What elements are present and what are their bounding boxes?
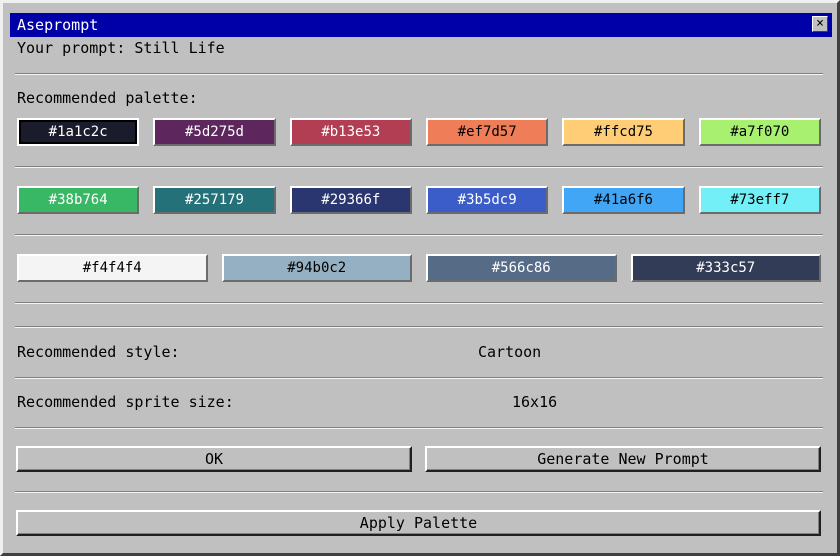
palette-swatch[interactable]: #ef7d57 [426, 118, 549, 146]
palette-swatch[interactable]: #b13e53 [289, 118, 412, 146]
palette-swatch[interactable]: #333c57 [630, 254, 821, 282]
close-icon: × [816, 16, 824, 31]
palette-swatch[interactable]: #41a6f6 [562, 186, 685, 214]
window-title: Aseprompt [17, 16, 99, 34]
separator [15, 491, 823, 493]
style-label: Recommended style: [17, 343, 180, 361]
palette-swatch[interactable]: #f4f4f4 [17, 254, 208, 282]
sprite-size-value: 16x16 [512, 393, 558, 411]
separator [15, 326, 823, 328]
palette-swatch[interactable]: #73eff7 [698, 186, 821, 214]
palette-swatch[interactable]: #a7f070 [698, 118, 821, 146]
palette-swatch[interactable]: #94b0c2 [221, 254, 412, 282]
palette-swatch[interactable]: #1a1c2c [17, 118, 140, 146]
separator [15, 302, 823, 304]
palette-swatch[interactable]: #ffcd75 [562, 118, 685, 146]
palette-label: Recommended palette: [17, 89, 198, 107]
palette-swatch[interactable]: #5d275d [153, 118, 276, 146]
separator [15, 427, 823, 429]
separator [15, 73, 823, 75]
palette-swatch[interactable]: #3b5dc9 [426, 186, 549, 214]
title-bar[interactable]: Aseprompt × [10, 13, 832, 37]
separator [15, 166, 823, 168]
palette-swatch[interactable]: #29366f [289, 186, 412, 214]
separator [15, 377, 823, 379]
separator [15, 234, 823, 236]
sprite-size-label: Recommended sprite size: [17, 393, 234, 411]
close-button[interactable]: × [812, 16, 828, 32]
palette-swatch[interactable]: #38b764 [17, 186, 140, 214]
ok-button[interactable]: OK [16, 446, 412, 472]
apply-palette-button[interactable]: Apply Palette [16, 510, 821, 536]
prompt-text: Your prompt: Still Life [17, 39, 225, 57]
style-value: Cartoon [478, 343, 542, 361]
generate-new-prompt-button[interactable]: Generate New Prompt [425, 446, 821, 472]
palette-swatch[interactable]: #257179 [153, 186, 276, 214]
palette-swatch[interactable]: #566c86 [426, 254, 617, 282]
